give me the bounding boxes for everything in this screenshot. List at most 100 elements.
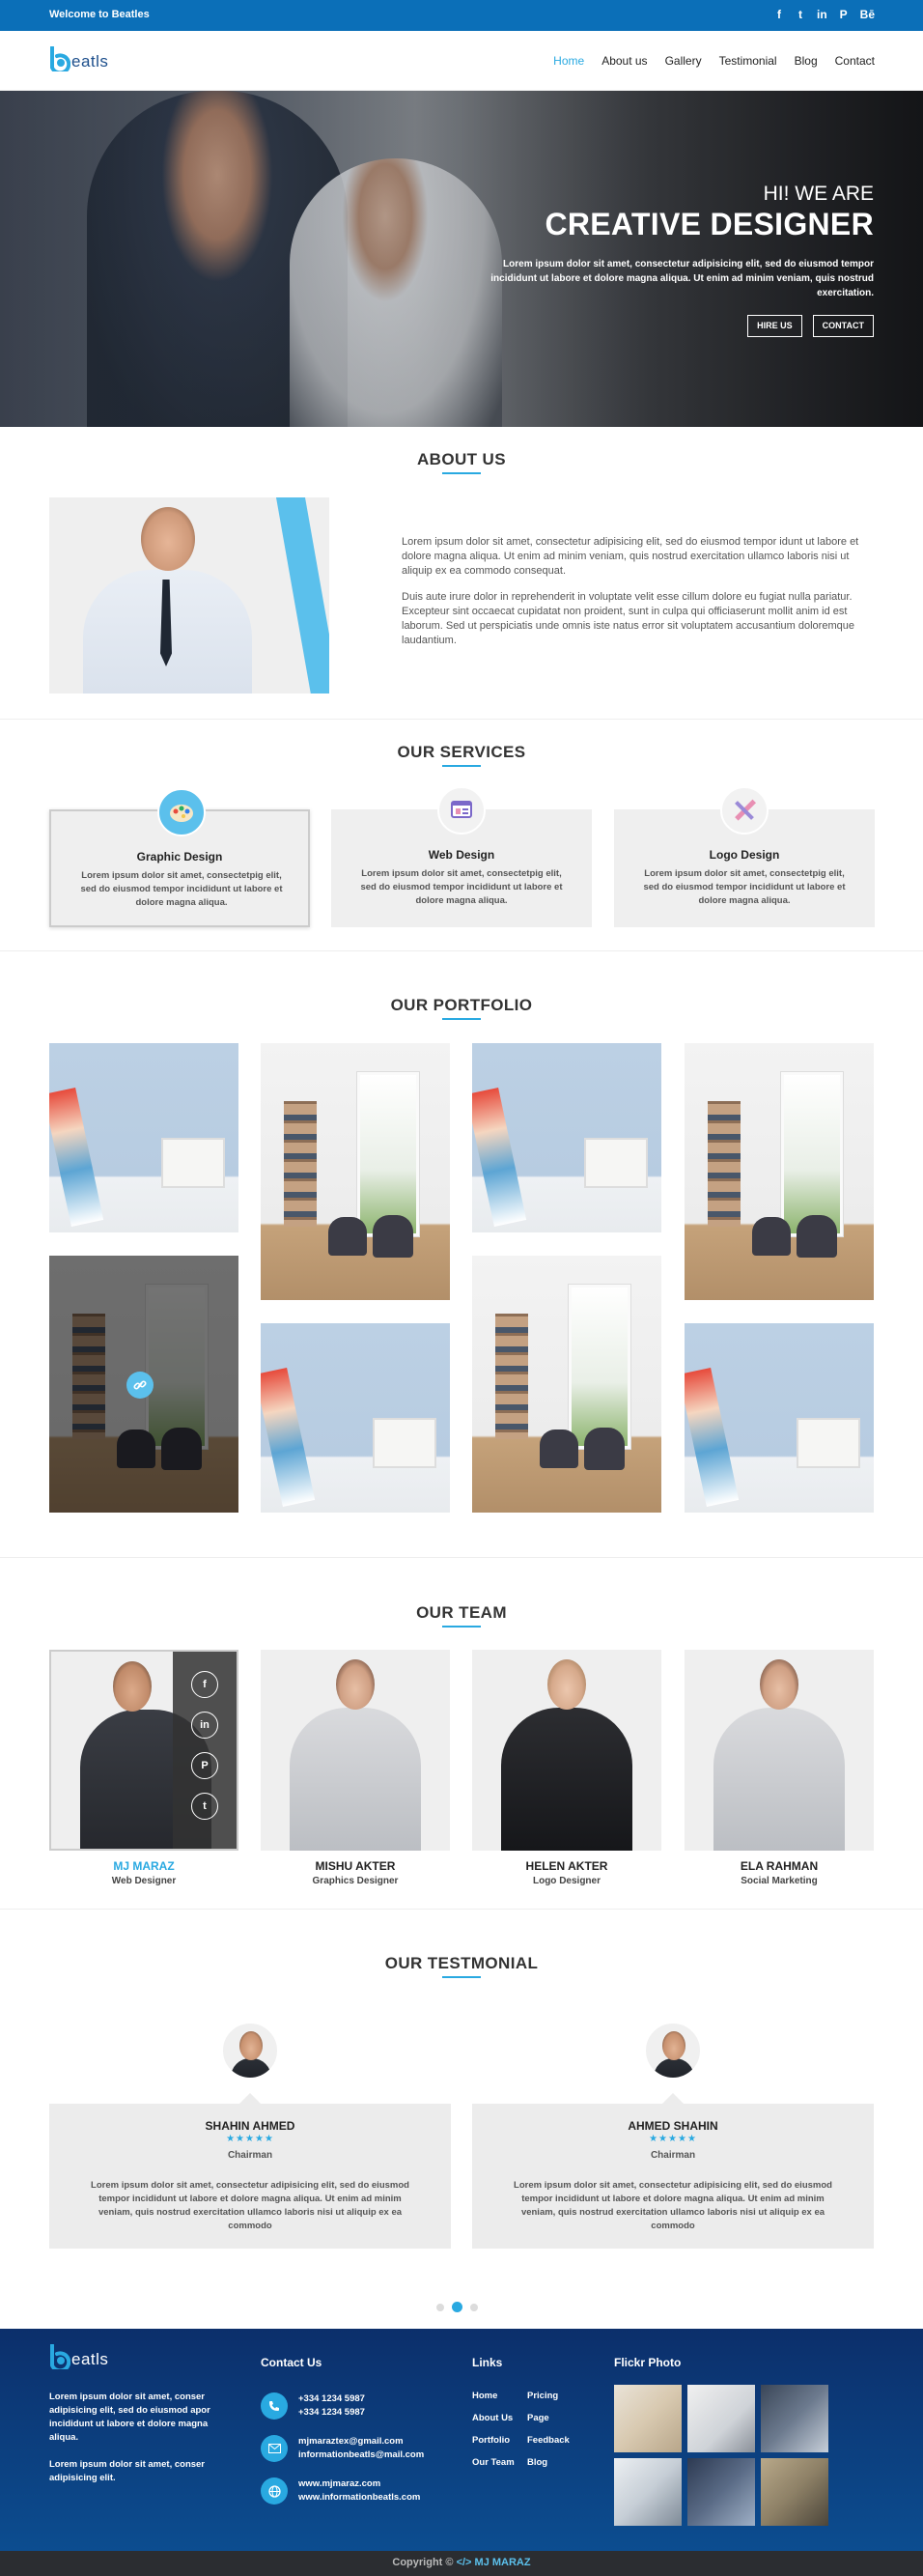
email-1[interactable]: mjmaraztex@gmail.com <box>298 2435 424 2449</box>
about-text: Lorem ipsum dolor sit amet, consectetur … <box>402 535 875 660</box>
linkedin-icon[interactable]: in <box>191 1712 218 1739</box>
team-card-mishu-akter[interactable] <box>261 1650 450 1851</box>
flickr-photo[interactable] <box>614 2385 682 2452</box>
footer-logo[interactable]: eatls <box>49 2343 109 2373</box>
website-1[interactable]: www.mjmaraz.com <box>298 2477 420 2491</box>
pinterest-icon[interactable]: P <box>839 8 849 21</box>
flickr-photo[interactable] <box>687 2458 755 2526</box>
footer-link-page[interactable]: Page <box>527 2413 570 2423</box>
copyright-bar: Copyright © </> MJ MARAZ <box>0 2551 923 2576</box>
flickr-photo[interactable] <box>761 2458 828 2526</box>
nav-testimonial[interactable]: Testimonial <box>719 54 777 68</box>
copyright-text: Copyright © <box>392 2557 454 2568</box>
copyright-brand[interactable]: MJ MARAZ <box>475 2557 531 2568</box>
facebook-icon[interactable]: f <box>774 8 784 21</box>
website-2[interactable]: www.informationbeatls.com <box>298 2491 420 2505</box>
testimonial-avatar <box>643 2021 703 2081</box>
portfolio-item[interactable] <box>261 1323 450 1513</box>
team-member-role: Social Marketing <box>741 1876 818 1886</box>
testimonial-quote: Lorem ipsum dolor sit amet, consectetur … <box>514 2180 832 2231</box>
service-card-logo-design[interactable]: Logo Design Lorem ipsum dolor sit amet, … <box>614 786 875 927</box>
twitter-icon[interactable]: t <box>796 8 805 21</box>
portfolio-item[interactable] <box>472 1256 661 1513</box>
logo-text: eatls <box>71 52 109 71</box>
link-icon[interactable] <box>126 1372 154 1399</box>
pencil-ruler-icon <box>720 786 769 835</box>
site-logo[interactable]: eatls <box>49 45 109 75</box>
portfolio-item[interactable] <box>261 1043 450 1300</box>
nav-gallery[interactable]: Gallery <box>665 54 702 68</box>
testimonial-title-underline <box>442 1976 481 1978</box>
nav-home[interactable]: Home <box>553 54 584 68</box>
team-card-helen-akter[interactable] <box>472 1650 661 1851</box>
navbar: eatls Home About us Gallery Testimonial … <box>0 31 923 91</box>
footer-link-feedback[interactable]: Feedback <box>527 2435 570 2446</box>
phone-2[interactable]: +334 1234 5987 <box>298 2406 365 2420</box>
footer-link-our-team[interactable]: Our Team <box>472 2457 515 2468</box>
service-text: Lorem ipsum dolor sit amet, consectetpig… <box>643 868 846 906</box>
behance-icon[interactable]: Bē <box>860 8 875 21</box>
nav-about-us[interactable]: About us <box>601 54 647 68</box>
portfolio-item-hovered[interactable] <box>49 1256 238 1513</box>
portfolio-item[interactable] <box>685 1323 874 1513</box>
hero-description: Lorem ipsum dolor sit amet, consectetur … <box>490 259 874 298</box>
service-card-graphic-design[interactable]: Graphic Design Lorem ipsum dolor sit ame… <box>49 788 310 927</box>
carousel-dot[interactable] <box>436 2303 444 2311</box>
nav-contact[interactable]: Contact <box>835 54 875 68</box>
footer-link-pricing[interactable]: Pricing <box>527 2391 570 2401</box>
hero-banner: HI! WE ARE CREATIVE DESIGNER Lorem ipsum… <box>0 91 923 427</box>
phone-1[interactable]: +334 1234 5987 <box>298 2392 365 2406</box>
team-member-role: Web Designer <box>111 1876 177 1886</box>
footer-link-portfolio[interactable]: Portfolio <box>472 2435 515 2446</box>
testimonial-role: Chairman <box>650 2150 696 2161</box>
palette-icon <box>157 788 206 836</box>
team-member-name: ELA RAHMAN <box>740 1859 819 1873</box>
about-title-underline <box>442 472 481 474</box>
about-paragraph-1: Lorem ipsum dolor sit amet, consectetur … <box>402 536 859 577</box>
portfolio-item[interactable] <box>685 1043 874 1300</box>
flickr-photo[interactable] <box>761 2385 828 2452</box>
facebook-icon[interactable]: f <box>191 1671 218 1698</box>
service-text: Lorem ipsum dolor sit amet, consectetpig… <box>360 868 563 906</box>
contact-button[interactable]: CONTACT <box>812 315 874 337</box>
portfolio-item[interactable] <box>49 1043 238 1232</box>
linkedin-icon[interactable]: in <box>817 8 827 21</box>
footer-link-about-us[interactable]: About Us <box>472 2413 515 2423</box>
carousel-dot-active[interactable] <box>452 2302 462 2312</box>
service-card-web-design[interactable]: Web Design Lorem ipsum dolor sit amet, c… <box>331 786 592 927</box>
footer-link-home[interactable]: Home <box>472 2391 515 2401</box>
logo-b-icon <box>49 2343 71 2373</box>
team-social-links: f in P t <box>173 1652 237 1849</box>
portfolio-item[interactable] <box>472 1043 661 1232</box>
footer-about-text-2: Lorem ipsum dolor sit amet, conser adipi… <box>49 2459 206 2483</box>
logo-b-icon <box>49 45 71 75</box>
team-member-name: HELEN AKTER <box>525 1859 608 1873</box>
email-2[interactable]: informationbeatls@mail.com <box>298 2449 424 2462</box>
hire-us-button[interactable]: HIRE US <box>747 315 802 337</box>
about-photo <box>49 497 329 694</box>
logo-text: eatls <box>71 2350 109 2368</box>
team-card-ela-rahman[interactable] <box>685 1650 874 1851</box>
carousel-dot[interactable] <box>470 2303 478 2311</box>
mail-icon <box>261 2435 288 2462</box>
footer-about-text-1: Lorem ipsum dolor sit amet, conser adipi… <box>49 2392 210 2443</box>
service-title: Logo Design <box>709 848 780 862</box>
twitter-icon[interactable]: t <box>191 1793 218 1820</box>
flickr-gallery <box>614 2385 828 2526</box>
footer-link-blog[interactable]: Blog <box>527 2457 570 2468</box>
service-title: Web Design <box>428 848 495 862</box>
team-title-underline <box>442 1626 481 1628</box>
hero-buttons: HIRE US CONTACT <box>747 315 874 337</box>
team-member-name: MJ MARAZ <box>113 1859 175 1873</box>
team-card-mj-maraz[interactable]: f in P t <box>49 1650 238 1851</box>
nav-blog[interactable]: Blog <box>795 54 818 68</box>
top-social-links: f t in P Bē <box>774 8 875 21</box>
pinterest-icon[interactable]: P <box>191 1752 218 1779</box>
web-window-icon <box>437 786 486 835</box>
footer-flickr-heading: Flickr Photo <box>614 2356 682 2369</box>
services-title-underline <box>442 765 481 767</box>
flickr-photo[interactable] <box>614 2458 682 2526</box>
rating-stars: ★★★★★ <box>226 2134 274 2144</box>
portfolio-title-underline <box>442 1018 481 1020</box>
flickr-photo[interactable] <box>687 2385 755 2452</box>
